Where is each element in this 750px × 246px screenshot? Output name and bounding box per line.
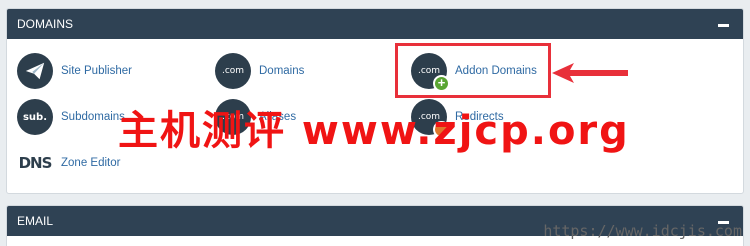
annotation-arrow-icon	[552, 63, 628, 83]
subdomains-label: Subdomains	[61, 111, 125, 123]
domains-link[interactable]: .com Domains	[215, 51, 304, 91]
subdomains-link[interactable]: sub. Subdomains	[17, 97, 125, 137]
highlight-box	[395, 43, 551, 98]
site-publisher-link[interactable]: Site Publisher	[17, 51, 132, 91]
subdomain-icon: sub.	[17, 99, 53, 135]
watermark-text: 主机测评 www.zjcp.org	[118, 108, 630, 154]
domains-label: Domains	[259, 65, 305, 77]
dotcom-icon: .com	[215, 53, 251, 89]
watermark-url: https://www.idcjis.com	[543, 222, 742, 240]
email-panel-title: EMAIL	[17, 214, 54, 228]
collapse-icon[interactable]	[718, 24, 729, 27]
domains-panel-header[interactable]: DOMAINS	[7, 9, 743, 39]
dns-icon: DNS	[18, 154, 53, 172]
paper-plane-icon	[17, 53, 53, 89]
domains-panel-title: DOMAINS	[17, 17, 74, 31]
site-publisher-label: Site Publisher	[61, 65, 132, 77]
zone-editor-label: Zone Editor	[61, 157, 121, 169]
zone-editor-link[interactable]: DNS Zone Editor	[17, 143, 121, 183]
